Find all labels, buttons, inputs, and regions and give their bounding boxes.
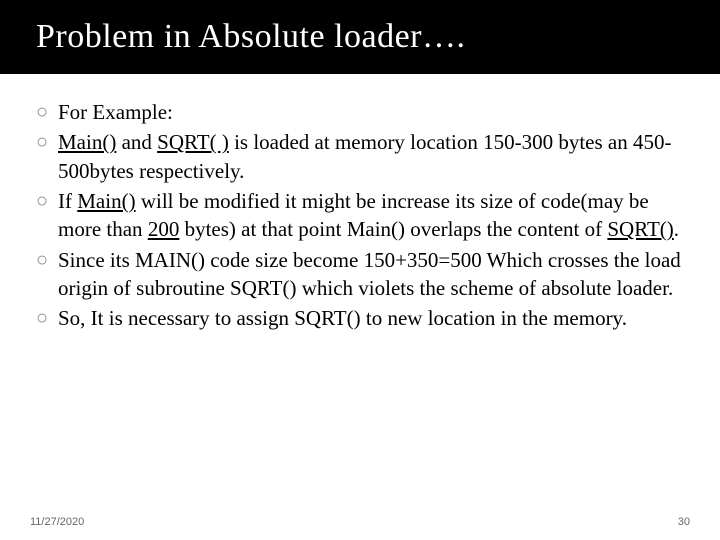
list-item: ○ So, It is necessary to assign SQRT() t… [36, 304, 684, 332]
list-item: ○ If Main() will be modified it might be… [36, 187, 684, 244]
slide-title: Problem in Absolute loader…. [36, 18, 720, 56]
list-item: ○ Since its MAIN() code size become 150+… [36, 246, 684, 303]
bullet-icon: ○ [36, 246, 58, 303]
footer-date: 11/27/2020 [30, 516, 84, 528]
bullet-icon: ○ [36, 187, 58, 244]
footer-page-number: 30 [678, 516, 690, 528]
bullet-icon: ○ [36, 304, 58, 332]
bullet-text: If Main() will be modified it might be i… [58, 187, 684, 244]
slide: Problem in Absolute loader…. ○ For Examp… [0, 0, 720, 540]
slide-footer: 11/27/2020 30 [0, 516, 720, 528]
bullet-text: So, It is necessary to assign SQRT() to … [58, 304, 684, 332]
bullet-text: Since its MAIN() code size become 150+35… [58, 246, 684, 303]
underline-text: Main() [77, 189, 135, 213]
underline-text: Main() [58, 130, 116, 154]
list-item: ○ For Example: [36, 98, 684, 126]
bullet-text: For Example: [58, 98, 684, 126]
underline-text: 200 [148, 217, 180, 241]
title-band: Problem in Absolute loader…. [0, 0, 720, 74]
underline-text: SQRT() [607, 217, 673, 241]
underline-text: SQRT( ) [157, 130, 229, 154]
bullet-icon: ○ [36, 98, 58, 126]
list-item: ○ Main() and SQRT( ) is loaded at memory… [36, 128, 684, 185]
bullet-icon: ○ [36, 128, 58, 185]
slide-content: ○ For Example: ○ Main() and SQRT( ) is l… [0, 74, 720, 540]
bullet-text: Main() and SQRT( ) is loaded at memory l… [58, 128, 684, 185]
